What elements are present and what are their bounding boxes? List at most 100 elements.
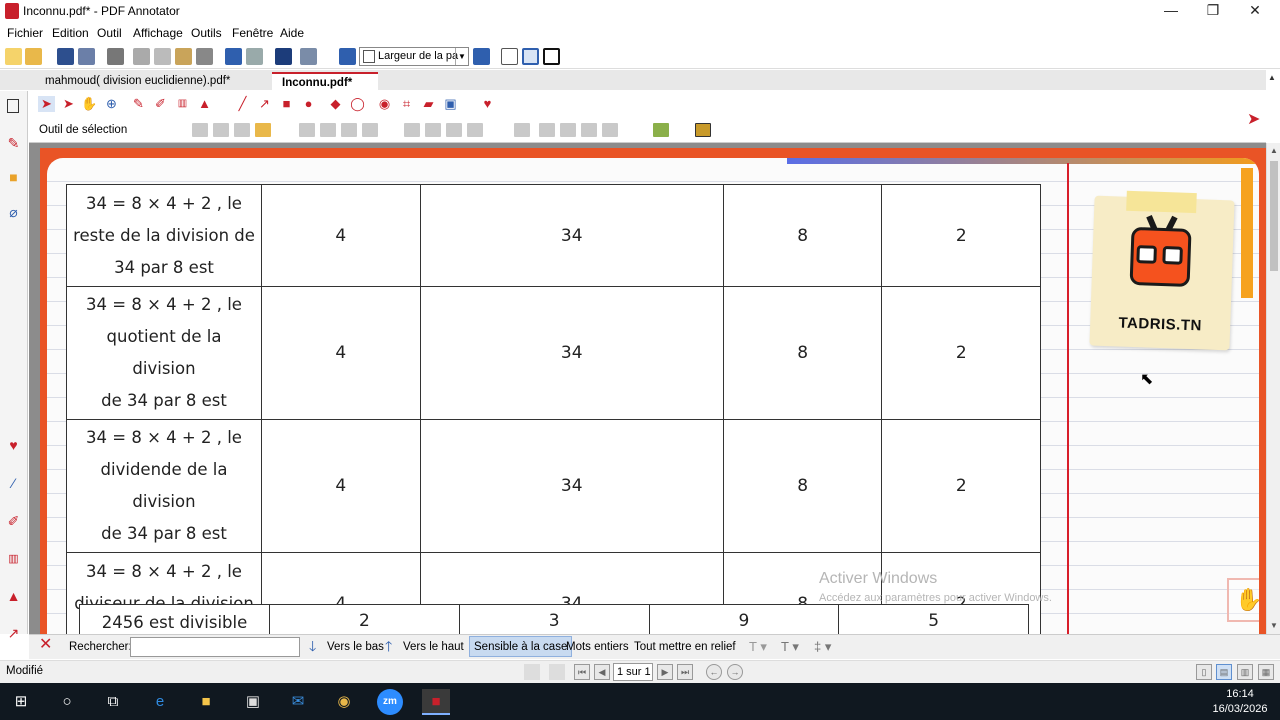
properties-icon[interactable]	[695, 123, 711, 137]
grid-mode-icon[interactable]: ▦	[1258, 664, 1274, 680]
previous-page-button[interactable]: ◀	[594, 664, 610, 680]
tab-inconnu[interactable]: Inconnu.pdf*	[272, 72, 378, 90]
distribute-h-icon[interactable]	[362, 123, 378, 137]
text-select-icon[interactable]: ➤	[60, 96, 77, 112]
search-icon[interactable]: ○	[54, 689, 80, 715]
mail-icon[interactable]: ✉	[285, 689, 311, 715]
chart-icon[interactable]: ▥	[5, 551, 22, 568]
align-right-icon[interactable]	[341, 123, 357, 137]
first-page-button[interactable]: ⏮	[574, 664, 590, 680]
zoom-app-icon[interactable]: zm	[377, 689, 403, 715]
search-up-button[interactable]: Vers le haut	[403, 639, 464, 655]
arrow-tool-icon[interactable]: ↗	[256, 96, 273, 112]
menu-aide[interactable]: Aide	[280, 26, 304, 40]
pen-icon[interactable]: ✎	[5, 135, 22, 152]
single-page-mode-icon[interactable]: ▯	[1196, 664, 1212, 680]
highlight-all-button[interactable]: Tout mettre en relief	[634, 639, 736, 655]
close-search-icon[interactable]: ✕	[39, 637, 52, 653]
align-middle-icon[interactable]	[425, 123, 441, 137]
favorites-icon[interactable]: ♥	[479, 96, 496, 112]
undo-icon[interactable]	[225, 48, 242, 65]
continuous-mode-icon[interactable]: ▤	[1216, 664, 1232, 680]
zoom-select[interactable]: Largeur de la pa ▼	[359, 47, 469, 66]
scroll-up-icon[interactable]: ▲	[1270, 146, 1278, 155]
lasso-icon[interactable]: ◯	[349, 96, 366, 112]
highlighter-icon[interactable]: ✐	[5, 513, 22, 530]
forward-icon[interactable]: →	[727, 664, 743, 680]
option-cell[interactable]: 2	[881, 419, 1041, 553]
marker-icon[interactable]: ⁄	[5, 475, 22, 492]
back-icon[interactable]: ←	[706, 664, 722, 680]
unlock-icon[interactable]	[255, 123, 271, 137]
option-cell[interactable]: 34	[419, 184, 724, 287]
option-cell[interactable]: 4	[261, 184, 421, 287]
underline-icon[interactable]: T ▾	[781, 639, 799, 655]
edge-icon[interactable]: e	[147, 689, 173, 715]
next-view-icon[interactable]	[549, 664, 565, 680]
arrow-icon[interactable]: ↗	[5, 625, 22, 642]
hand-icon[interactable]: ✋	[81, 96, 98, 112]
favorites-heart-icon[interactable]: ♥	[5, 437, 22, 454]
align-left-icon[interactable]	[299, 123, 315, 137]
option-cell[interactable]: 3	[458, 604, 650, 634]
option-cell[interactable]: 2	[881, 184, 1041, 287]
option-cell[interactable]: 9	[648, 604, 840, 634]
menu-fenetre[interactable]: Fenêtre	[232, 26, 273, 40]
menu-fichier[interactable]: Fichier	[7, 26, 43, 40]
option-cell[interactable]: 34	[419, 419, 724, 553]
arrow-down-icon[interactable]: 🡓	[309, 638, 316, 654]
pointer-mode-icon[interactable]: ➤	[1247, 109, 1260, 129]
whole-words-toggle[interactable]: Mots entiers	[566, 639, 629, 655]
menu-edition[interactable]: Edition	[52, 26, 89, 40]
minimize-button[interactable]: —	[1150, 0, 1192, 22]
camera-icon[interactable]: ◉	[376, 96, 393, 112]
save-as-icon[interactable]	[78, 48, 95, 65]
stamp-tool-icon[interactable]: ▲	[196, 96, 213, 112]
next-page-button[interactable]: ▶	[657, 664, 673, 680]
arrange-icon[interactable]	[602, 123, 618, 137]
strikethrough-icon[interactable]: ‡ ▾	[814, 639, 831, 655]
rectangle-tool-icon[interactable]: ■	[278, 96, 295, 112]
task-view-icon[interactable]: ⧉	[100, 689, 126, 715]
search-input[interactable]	[130, 637, 300, 657]
option-cell[interactable]: 8	[722, 184, 883, 287]
order-icon[interactable]	[581, 123, 597, 137]
pdf-annotator-taskbar-icon[interactable]: ■	[422, 689, 450, 715]
group-icon[interactable]	[192, 123, 208, 137]
file-explorer-icon[interactable]: ■	[193, 689, 219, 715]
zoom-in-icon[interactable]	[473, 48, 490, 65]
pen-tool-icon[interactable]: ✎	[130, 96, 147, 112]
tab-mahmoud[interactable]: mahmoud( division euclidienne).pdf*	[35, 72, 240, 90]
align-bottom-icon[interactable]	[446, 123, 462, 137]
option-cell[interactable]: 4	[261, 286, 421, 420]
scroll-thumb[interactable]	[1270, 161, 1278, 271]
line-tool-icon[interactable]: ╱	[234, 96, 251, 112]
menu-affichage[interactable]: Affichage	[133, 26, 183, 40]
ungroup-icon[interactable]	[213, 123, 229, 137]
menu-outils[interactable]: Outils	[191, 26, 222, 40]
option-cell[interactable]: 2	[881, 286, 1041, 420]
ellipse-tool-icon[interactable]: ●	[300, 96, 317, 112]
save-icon[interactable]	[57, 48, 74, 65]
crop-icon[interactable]: ⌗	[398, 96, 415, 112]
lock-icon[interactable]	[234, 123, 250, 137]
option-cell[interactable]: 5	[838, 604, 1029, 634]
search-down-button[interactable]: Vers le bas	[327, 639, 384, 655]
page-view-icon[interactable]	[7, 99, 19, 113]
tab-scroll-icon[interactable]: ▲	[1268, 73, 1276, 82]
single-page-icon[interactable]	[501, 48, 518, 65]
previous-view-icon[interactable]	[524, 664, 540, 680]
align-top-icon[interactable]	[404, 123, 420, 137]
graph-tool-icon[interactable]: ▥	[174, 96, 191, 112]
close-button[interactable]: ✕	[1234, 0, 1276, 22]
option-cell[interactable]: 34	[419, 286, 724, 420]
redo-icon[interactable]	[246, 48, 263, 65]
windows-start-icon[interactable]: ⊞	[8, 689, 34, 715]
mirror-icon[interactable]	[560, 123, 576, 137]
option-cell[interactable]: 4	[261, 419, 421, 553]
print-icon[interactable]	[107, 48, 124, 65]
scroll-down-icon[interactable]: ▼	[1270, 621, 1278, 630]
copy-icon[interactable]	[154, 48, 171, 65]
page-setup-icon[interactable]	[300, 48, 317, 65]
ruler-icon[interactable]: ▰	[420, 96, 437, 112]
